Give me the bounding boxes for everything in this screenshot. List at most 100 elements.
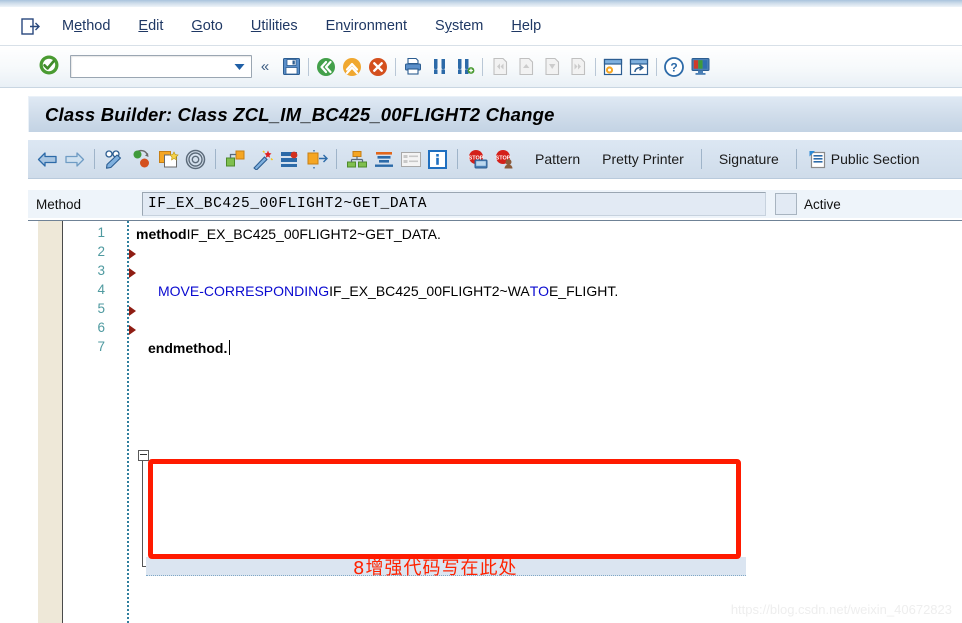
exit-session-icon[interactable] [14, 17, 48, 35]
breakpoint-user-icon[interactable]: STOP [491, 144, 518, 174]
hierarchy-icon[interactable] [343, 144, 370, 174]
code-token-keyword: MOVE-CORRESPONDING [158, 282, 330, 299]
public-section-label: Public Section [830, 151, 920, 167]
code-token-keyword: TO [529, 282, 549, 299]
table-icon [397, 144, 424, 174]
command-field[interactable] [70, 55, 252, 78]
line-number: 2 [97, 244, 105, 259]
find-next-icon[interactable] [452, 53, 478, 81]
editor-gutter-divider [127, 221, 129, 623]
line-marker-icon[interactable] [129, 306, 136, 316]
enter-ok-icon[interactable] [38, 54, 60, 79]
menu-item-environment[interactable]: Environment [312, 18, 421, 34]
chevron-down-icon[interactable] [234, 59, 245, 74]
cancel-icon[interactable] [365, 53, 391, 81]
window-top-strip [0, 0, 962, 7]
method-name-field[interactable]: IF_EX_BC425_00FLIGHT2~GET_DATA [142, 192, 766, 216]
line-marker-icon[interactable] [129, 268, 136, 278]
print-icon[interactable] [400, 53, 426, 81]
menu-label-post: elp [521, 18, 542, 34]
menu-label-pre: S [435, 18, 445, 34]
back-arrow-icon[interactable] [34, 144, 61, 174]
line-marker-icon[interactable] [129, 249, 136, 259]
code-lines[interactable]: method IF_EX_BC425_00FLIGHT2~GET_DATA. M… [136, 221, 962, 623]
magic-wand-icon[interactable] [249, 144, 276, 174]
pattern-button[interactable]: Pattern [524, 151, 591, 167]
find-icon[interactable] [426, 53, 452, 81]
where-used-icon[interactable] [276, 144, 303, 174]
document-section-icon [808, 150, 828, 169]
next-page-icon [539, 53, 565, 81]
info-icon[interactable] [424, 144, 451, 174]
first-page-icon [487, 53, 513, 81]
code-token: endmethod. [148, 339, 228, 356]
line-number-gutter: 1 2 3 4 5 6 7 [63, 221, 113, 623]
svg-text:?: ? [670, 60, 677, 74]
method-name-value: IF_EX_BC425_00FLIGHT2~GET_DATA [148, 196, 428, 212]
menu-label-post: thod [82, 18, 111, 34]
status-badge: Active [804, 196, 841, 212]
back-icon[interactable] [313, 53, 339, 81]
activate-icon[interactable] [222, 144, 249, 174]
save-icon[interactable] [278, 53, 304, 81]
display-change-icon[interactable] [101, 144, 128, 174]
toolbar-divider [308, 57, 309, 76]
menu-label-key: G [191, 18, 203, 34]
previous-page-icon [513, 53, 539, 81]
collapse-toolbar-icon[interactable]: « [252, 53, 278, 81]
menu-item-help[interactable]: Help [497, 18, 555, 34]
pretty-printer-button[interactable]: Pretty Printer [591, 151, 695, 167]
check-icon[interactable] [128, 144, 155, 174]
copy-icon[interactable] [155, 144, 182, 174]
code-token: IF_EX_BC425_00FLIGHT2~WA [329, 282, 530, 299]
forward-arrow-icon[interactable] [61, 144, 88, 174]
create-shortcut-icon[interactable] [626, 53, 652, 81]
code-line[interactable]: endmethod. [148, 338, 962, 357]
code-line[interactable] [136, 300, 962, 319]
menu-item-utilities[interactable]: Utilities [237, 18, 312, 34]
menu-label-post: stem [451, 18, 484, 34]
text-cursor [229, 340, 231, 355]
toolbar-divider [94, 149, 95, 169]
help-icon[interactable]: ? [661, 53, 687, 81]
signature-button[interactable]: Signature [708, 151, 790, 167]
code-token: method [136, 225, 187, 242]
line-number: 4 [97, 282, 105, 297]
toolbar-divider [395, 57, 396, 76]
sap-gui-window: Method Edit Goto Utilities Environment S… [0, 0, 962, 623]
code-line[interactable]: MOVE-CORRESPONDING IF_EX_BC425_00FLIGHT2… [158, 281, 962, 300]
code-editor[interactable]: 1 2 3 4 5 6 7 method IF_EX_BC425_00FLIGH… [28, 220, 962, 623]
menu-item-method[interactable]: Method [48, 18, 124, 34]
menu-item-system[interactable]: System [421, 18, 497, 34]
method-row: Method IF_EX_BC425_00FLIGHT2~GET_DATA Ac… [28, 190, 962, 218]
line-marker-icon[interactable] [129, 325, 136, 335]
exit-icon[interactable] [339, 53, 365, 81]
customize-local-layout-icon[interactable] [687, 53, 713, 81]
toolbar-divider [482, 57, 483, 76]
stack-icon[interactable] [370, 144, 397, 174]
code-line[interactable] [136, 319, 962, 338]
menu-item-edit[interactable]: Edit [124, 18, 177, 34]
menu-label-key: U [250, 18, 262, 34]
code-line[interactable] [136, 243, 962, 262]
standard-toolbar: « ? [0, 46, 962, 88]
page-title: Class Builder: Class ZCL_IM_BC425_00FLIG… [45, 103, 555, 125]
menu-label-post: dit [148, 18, 164, 34]
menu-label-key: H [511, 18, 522, 34]
menu-item-goto[interactable]: Goto [177, 18, 236, 34]
public-section-button[interactable]: Public Section [803, 150, 922, 169]
code-line[interactable]: method IF_EX_BC425_00FLIGHT2~GET_DATA. [136, 224, 962, 243]
create-session-icon[interactable] [600, 53, 626, 81]
code-token: E_FLIGHT. [548, 282, 619, 299]
menu-label-key: e [74, 18, 83, 34]
menu-label-post: tilities [261, 18, 298, 34]
last-page-icon [565, 53, 591, 81]
toolbar-divider [457, 149, 458, 169]
breakpoint-icon[interactable]: STOP [464, 144, 491, 174]
command-input[interactable] [74, 57, 226, 76]
editor-left-margin [38, 221, 63, 623]
menu-label-post: ironment [350, 18, 408, 34]
code-line[interactable] [136, 262, 962, 281]
expand-icon[interactable] [303, 144, 330, 174]
pattern-spiral-icon[interactable] [182, 144, 209, 174]
